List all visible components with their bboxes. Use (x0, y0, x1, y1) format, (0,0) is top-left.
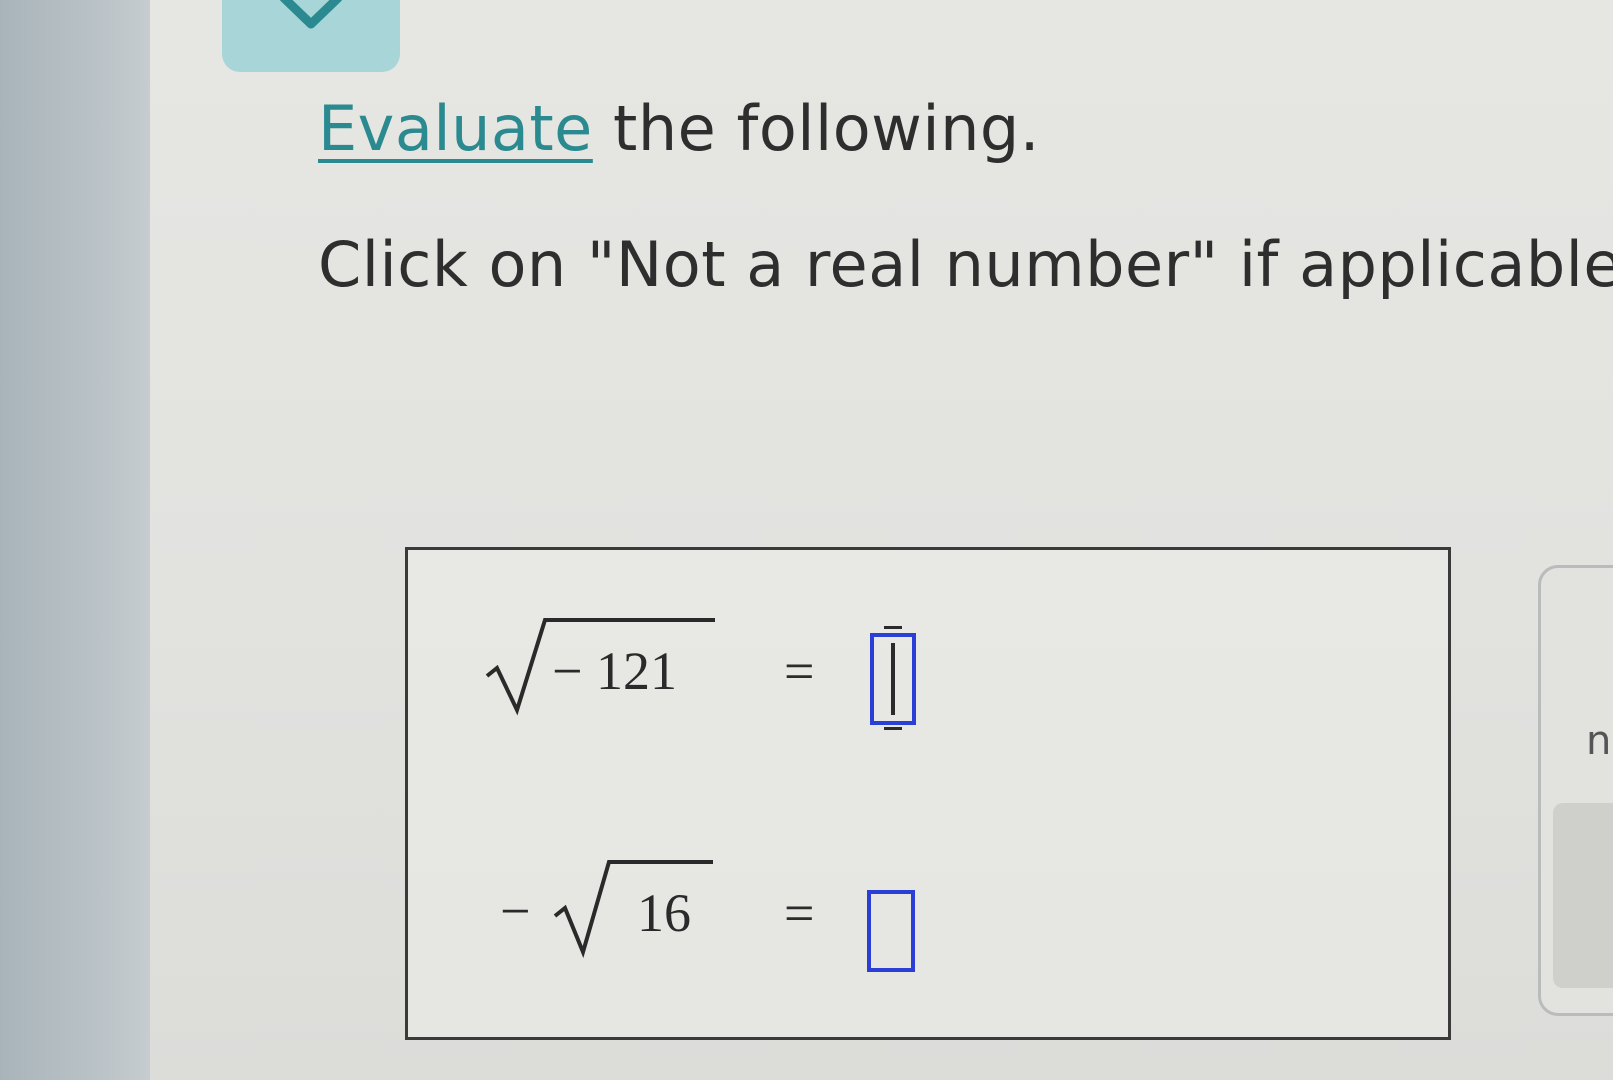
left-margin (0, 0, 150, 1080)
side-panel-label: n (1586, 718, 1612, 764)
text-caret-top (884, 626, 902, 635)
chevron-down-icon (279, 0, 343, 29)
radicand-1: − 121 (552, 641, 677, 701)
answer-input-2[interactable] (867, 890, 915, 972)
heading-text: the following. (592, 92, 1040, 165)
text-caret-bottom (884, 727, 902, 736)
question-heading: Evaluate the following. (318, 92, 1040, 165)
evaluate-link[interactable]: Evaluate (318, 92, 593, 165)
radicand-2: 16 (637, 883, 691, 943)
equals-sign-2: = (784, 883, 815, 943)
answer-input-1[interactable] (870, 633, 916, 725)
negative-sign-2: − (500, 881, 531, 941)
instruction-text: Click on "Not a real number" if applicab… (318, 228, 1613, 301)
side-panel-button[interactable] (1553, 803, 1613, 988)
collapse-button[interactable] (222, 0, 400, 72)
equals-sign-1: = (784, 641, 815, 701)
